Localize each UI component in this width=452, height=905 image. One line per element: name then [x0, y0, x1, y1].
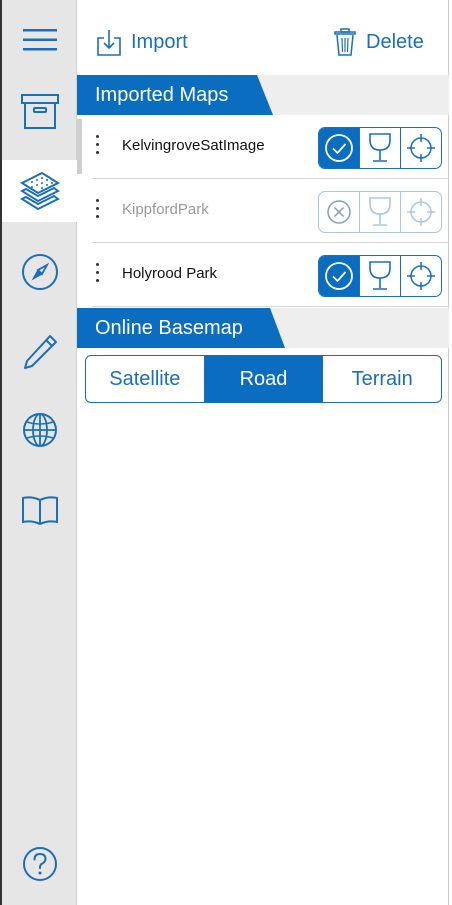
- archive-icon: [20, 94, 59, 129]
- opacity-button[interactable]: [359, 256, 400, 296]
- layers-button[interactable]: [2, 160, 78, 222]
- import-icon: [97, 30, 121, 56]
- layers-icon: [19, 171, 61, 211]
- compass-button[interactable]: [2, 250, 77, 294]
- archive-button[interactable]: [2, 88, 77, 134]
- visibility-toggle[interactable]: [319, 256, 359, 296]
- crosshair-icon: [407, 262, 435, 290]
- drag-handle-icon[interactable]: [96, 199, 100, 221]
- map-controls: [318, 127, 442, 169]
- menu-button[interactable]: [2, 20, 77, 60]
- map-row-kelvingrove[interactable]: KelvingroveSatImage: [92, 115, 449, 179]
- map-controls: [318, 255, 442, 297]
- help-icon: [22, 847, 57, 881]
- delete-button[interactable]: Delete: [334, 28, 424, 56]
- delete-label: Delete: [366, 30, 424, 53]
- map-name: Holyrood Park: [122, 265, 218, 282]
- row-drag-indicator: [77, 119, 82, 174]
- glass-icon: [369, 197, 391, 226]
- globe-button[interactable]: [2, 408, 77, 452]
- drag-handle-icon[interactable]: [96, 135, 100, 157]
- zoom-to-button[interactable]: [400, 128, 441, 168]
- map-name: KippfordPark: [122, 201, 209, 218]
- main-panel: Import Delete Imported Maps KelvingroveS…: [77, 0, 449, 905]
- check-circle-icon: [325, 134, 353, 162]
- menu-icon: [22, 29, 57, 51]
- globe-icon: [22, 413, 57, 447]
- drag-handle-icon[interactable]: [96, 263, 100, 285]
- glass-icon: [369, 261, 391, 290]
- opacity-button[interactable]: [359, 128, 400, 168]
- basemap-option-road[interactable]: Road: [203, 356, 323, 402]
- basemap-option-satellite[interactable]: Satellite: [86, 356, 204, 402]
- trash-icon: [334, 28, 356, 56]
- glass-icon: [369, 133, 391, 162]
- zoom-to-button[interactable]: [400, 192, 441, 232]
- x-circle-icon: [327, 200, 351, 224]
- help-button[interactable]: [2, 842, 77, 886]
- visibility-toggle[interactable]: [319, 128, 359, 168]
- visibility-toggle[interactable]: [319, 192, 359, 232]
- crosshair-icon: [407, 198, 435, 226]
- opacity-button[interactable]: [359, 192, 400, 232]
- online-basemap-header: Online Basemap: [95, 316, 243, 339]
- basemap-selector: Satellite Road Terrain: [85, 355, 442, 403]
- pencil-button[interactable]: [2, 330, 77, 374]
- zoom-to-button[interactable]: [400, 256, 441, 296]
- book-button[interactable]: [2, 488, 77, 532]
- imported-maps-header: Imported Maps: [95, 83, 229, 106]
- toolbar: Import Delete: [77, 0, 449, 75]
- map-row-holyrood[interactable]: Holyrood Park: [92, 243, 449, 307]
- compass-icon: [21, 254, 58, 290]
- import-button[interactable]: Import: [97, 28, 188, 56]
- book-icon: [21, 496, 58, 526]
- basemap-option-terrain[interactable]: Terrain: [322, 356, 441, 402]
- pencil-icon: [23, 335, 57, 369]
- map-controls: [318, 191, 442, 233]
- crosshair-icon: [407, 134, 435, 162]
- sidebar: [2, 0, 78, 905]
- check-circle-icon: [325, 262, 353, 290]
- map-row-kippford[interactable]: KippfordPark: [92, 179, 449, 243]
- map-name: KelvingroveSatImage: [122, 137, 265, 154]
- import-label: Import: [131, 30, 188, 53]
